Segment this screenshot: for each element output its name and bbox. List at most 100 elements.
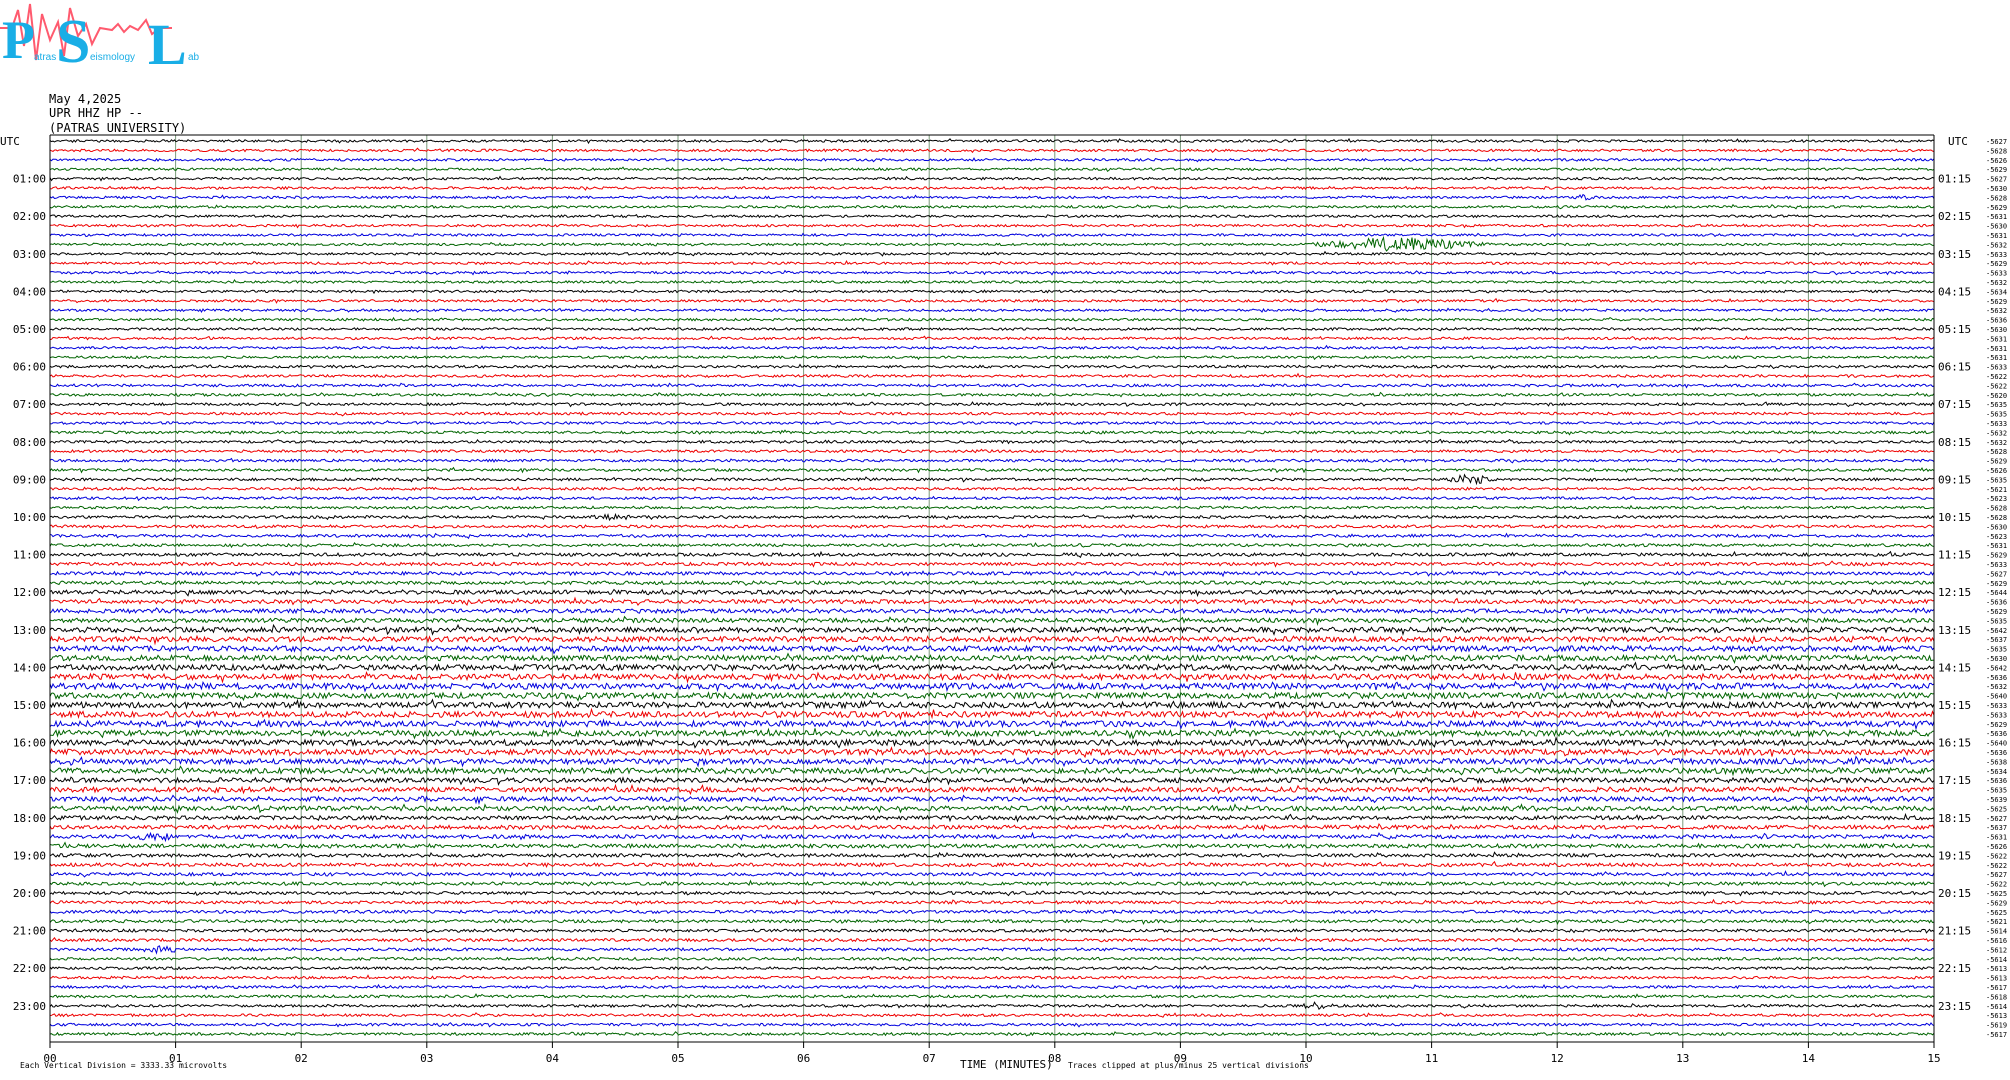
- x-axis-label: TIME (MINUTES): [960, 1058, 1053, 1071]
- trace-offset-label: -5635: [1986, 411, 2007, 419]
- right-hour-label: 01:15: [1938, 173, 1971, 186]
- seismic-trace-3: [49, 166, 1935, 173]
- seismic-trace-48: [49, 587, 1935, 598]
- seismic-trace-64: [49, 736, 1935, 749]
- trace-offset-label: -5622: [1986, 862, 2007, 870]
- right-hour-label: 09:15: [1938, 473, 1971, 486]
- seismic-trace-25: [49, 372, 1935, 379]
- x-tick-label: 04: [546, 1052, 560, 1065]
- trace-offset-label: -5633: [1986, 561, 2007, 569]
- trace-offset-label: -5623: [1986, 533, 2007, 541]
- seismic-trace-93: [49, 1012, 1935, 1019]
- trace-offset-label: -5633: [1986, 711, 2007, 719]
- left-hour-label: 08:00: [13, 436, 46, 449]
- trace-offset-label: -5642: [1986, 627, 2007, 635]
- trace-offset-label: -5619: [1986, 1022, 2007, 1030]
- seismic-trace-7: [49, 203, 1935, 210]
- trace-offset-label: -5626: [1986, 157, 2007, 165]
- seismic-trace-18: [49, 307, 1935, 314]
- x-tick-label: 15: [1927, 1052, 1940, 1065]
- right-hour-label: 21:15: [1938, 925, 1971, 938]
- trace-offset-label: -5633: [1986, 420, 2007, 428]
- trace-offset-label: -5628: [1986, 514, 2007, 522]
- trace-offset-label: -5622: [1986, 382, 2007, 390]
- seismic-trace-17: [50, 297, 1935, 304]
- trace-offset-label: -5635: [1986, 401, 2007, 409]
- left-hour-label: 15:00: [13, 699, 46, 712]
- seismic-trace-65: [49, 746, 1935, 759]
- seismic-trace-82: [49, 908, 1934, 915]
- seismic-trace-9: [49, 223, 1935, 229]
- trace-offset-label: -5629: [1986, 721, 2007, 729]
- seismic-trace-10: [49, 232, 1935, 238]
- trace-offset-label: -5636: [1986, 599, 2007, 607]
- trace-offset-label: -5636: [1986, 749, 2007, 757]
- seismic-trace-15: [49, 278, 1935, 284]
- trace-offset-label: -5635: [1986, 476, 2007, 484]
- left-hour-label: 01:00: [13, 173, 46, 186]
- trace-offset-label: -5629: [1986, 166, 2007, 174]
- seismic-trace-45: [49, 560, 1935, 568]
- trace-offset-label: -5626: [1986, 843, 2007, 851]
- seismic-trace-73: [49, 822, 1935, 832]
- trace-offset-label: -5629: [1986, 298, 2007, 306]
- seismic-trace-2: [49, 157, 1935, 163]
- seismic-trace-35: [49, 466, 1935, 474]
- seismic-trace-86: [49, 945, 1935, 955]
- trace-offset-label: -5633: [1986, 270, 2007, 278]
- left-axis-title: UTC: [0, 135, 20, 148]
- right-axis-title: UTC: [1948, 135, 1968, 148]
- trace-offset-label: -5636: [1986, 777, 2007, 785]
- trace-offset-label: -5622: [1986, 373, 2007, 381]
- trace-offset-label: -5613: [1986, 965, 2007, 973]
- trace-offset-label: -5632: [1986, 279, 2007, 287]
- seismic-trace-39: [49, 504, 1935, 511]
- trace-offset-label: -5613: [1986, 975, 2007, 983]
- trace-offset-label: -5633: [1986, 364, 2007, 372]
- seismic-trace-32: [49, 438, 1935, 446]
- trace-offset-label: -5614: [1986, 956, 2007, 964]
- x-tick-label: 07: [923, 1052, 936, 1065]
- trace-offset-label: -5631: [1986, 335, 2007, 343]
- left-hour-label: 02:00: [13, 210, 46, 223]
- trace-offset-label: -5622: [1986, 881, 2007, 889]
- right-hour-label: 17:15: [1938, 774, 1971, 787]
- seismic-trace-69: [49, 783, 1935, 796]
- trace-offset-label: -5614: [1986, 1003, 2007, 1011]
- trace-offset-label: -5621: [1986, 918, 2007, 926]
- trace-offset-label: -5638: [1986, 758, 2007, 766]
- trace-offset-label: -5612: [1986, 946, 2007, 954]
- right-hour-label: 10:15: [1938, 511, 1971, 524]
- left-hour-label: 19:00: [13, 849, 46, 862]
- trace-offset-label: -5626: [1986, 467, 2007, 475]
- seismic-trace-31: [49, 429, 1935, 436]
- seismic-trace-14: [49, 269, 1935, 276]
- left-hour-label: 17:00: [13, 774, 46, 787]
- trace-offset-label: -5628: [1986, 147, 2007, 155]
- trace-offset-label: -5629: [1986, 458, 2007, 466]
- seismic-trace-72: [49, 812, 1935, 823]
- trace-offset-label: -5631: [1986, 834, 2007, 842]
- seismic-trace-87: [49, 956, 1935, 962]
- trace-offset-label: -5637: [1986, 824, 2007, 832]
- trace-offset-label: -5632: [1986, 439, 2007, 447]
- right-hour-label: 02:15: [1938, 210, 1971, 223]
- seismic-trace-55: [49, 652, 1935, 665]
- right-hour-label: 20:15: [1938, 887, 1971, 900]
- trace-offset-label: -5635: [1986, 787, 2007, 795]
- right-hour-label: 19:15: [1938, 849, 1971, 862]
- seismic-trace-33: [49, 448, 1935, 454]
- trace-offset-label: -5630: [1986, 185, 2007, 193]
- x-tick-label: 06: [797, 1052, 810, 1065]
- seismic-trace-75: [49, 841, 1935, 850]
- seismic-trace-8: [49, 214, 1935, 219]
- right-hour-label: 07:15: [1938, 398, 1971, 411]
- seismic-trace-52: [49, 623, 1935, 636]
- right-hour-label: 13:15: [1938, 624, 1971, 637]
- left-hour-label: 18:00: [13, 812, 46, 825]
- trace-offset-label: -5628: [1986, 194, 2007, 202]
- seismic-trace-70: [49, 794, 1935, 805]
- seismic-trace-16: [49, 289, 1935, 295]
- seismic-trace-6: [49, 193, 1935, 201]
- seismic-trace-63: [49, 727, 1935, 740]
